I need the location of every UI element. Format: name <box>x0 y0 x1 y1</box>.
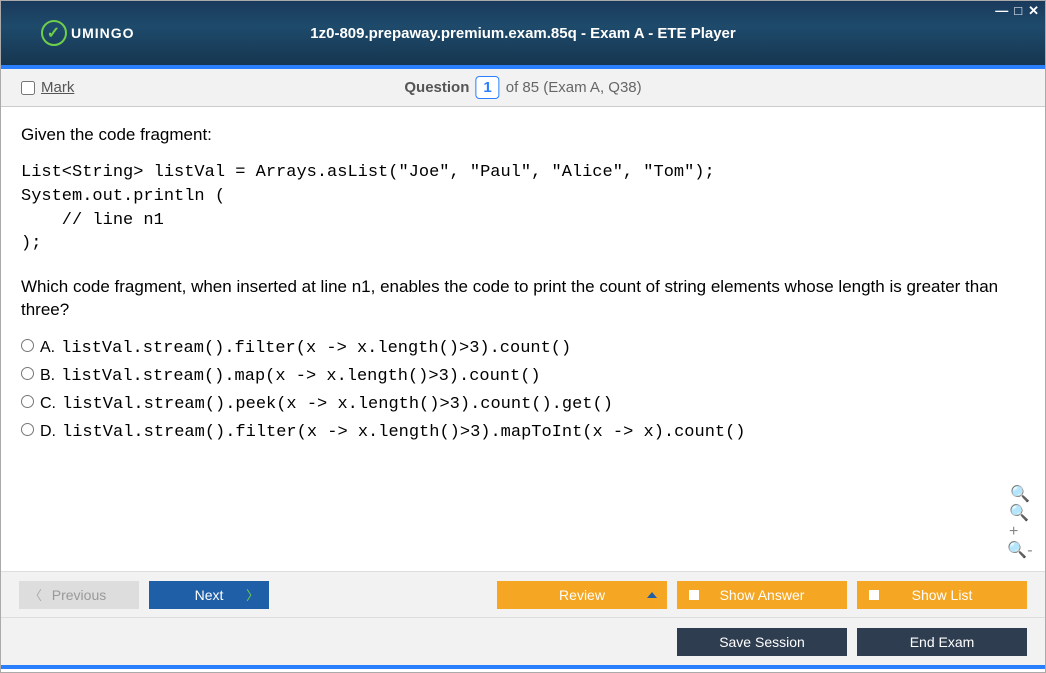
prompt-text: Given the code fragment: <box>21 125 1025 145</box>
question-word: Question <box>404 79 469 96</box>
save-session-button[interactable]: Save Session <box>677 628 847 656</box>
option-a-radio[interactable] <box>21 339 34 352</box>
title-bar: UMINGO 1z0-809.prepaway.premium.exam.85q… <box>1 1 1045 65</box>
option-c-radio[interactable] <box>21 395 34 408</box>
answer-options: A. listVal.stream().filter(x -> x.length… <box>21 336 1025 442</box>
chevron-left-icon: 〈 <box>29 585 42 604</box>
search-icon[interactable]: 🔍 <box>1009 483 1031 505</box>
zoom-out-icon[interactable]: 🔍- <box>1009 539 1031 561</box>
review-button[interactable]: Review <box>497 581 667 609</box>
question-text: Which code fragment, when inserted at li… <box>21 276 1025 322</box>
triangle-up-icon <box>647 592 657 598</box>
show-answer-button[interactable]: Show Answer <box>677 581 847 609</box>
option-a[interactable]: A. listVal.stream().filter(x -> x.length… <box>21 336 1025 358</box>
nav-footer: 〈 Previous Next 〉 Review Show Answer Sho… <box>1 571 1045 617</box>
stop-icon <box>689 590 699 600</box>
option-d[interactable]: D. listVal.stream().filter(x -> x.length… <box>21 420 1025 442</box>
option-d-radio[interactable] <box>21 423 34 436</box>
option-letter: B. <box>40 367 55 385</box>
option-code: listVal.stream().map(x -> x.length()>3).… <box>61 367 540 386</box>
session-footer: Save Session End Exam <box>1 617 1045 665</box>
option-b-radio[interactable] <box>21 367 34 380</box>
previous-button[interactable]: 〈 Previous <box>19 581 139 609</box>
logo-checkmark-icon <box>41 20 67 46</box>
zoom-in-icon[interactable]: 🔍+ <box>1009 511 1031 533</box>
option-letter: A. <box>40 339 55 357</box>
maximize-icon[interactable]: □ <box>1014 3 1022 19</box>
code-fragment: List<String> listVal = Arrays.asList("Jo… <box>21 161 1025 256</box>
chevron-right-icon: 〉 <box>246 585 259 604</box>
minimize-icon[interactable]: — <box>995 3 1008 19</box>
question-content: Given the code fragment: List<String> li… <box>1 107 1045 571</box>
option-b[interactable]: B. listVal.stream().map(x -> x.length()>… <box>21 364 1025 386</box>
option-c[interactable]: C. listVal.stream().peek(x -> x.length()… <box>21 392 1025 414</box>
option-letter: D. <box>40 423 56 441</box>
question-total: of 85 (Exam A, Q38) <box>506 79 642 96</box>
question-number-input[interactable]: 1 <box>475 76 499 99</box>
option-code: listVal.stream().filter(x -> x.length()>… <box>62 423 746 442</box>
mark-label[interactable]: Mark <box>41 79 74 96</box>
bottom-separator <box>1 665 1045 669</box>
stop-icon <box>869 590 879 600</box>
close-icon[interactable]: ✕ <box>1028 3 1039 19</box>
option-code: listVal.stream().peek(x -> x.length()>3)… <box>62 395 613 414</box>
app-logo: UMINGO <box>41 20 135 46</box>
brand-name: UMINGO <box>71 25 135 41</box>
question-header: Mark Question 1 of 85 (Exam A, Q38) <box>1 69 1045 107</box>
window-title: 1z0-809.prepaway.premium.exam.85q - Exam… <box>310 25 735 42</box>
option-letter: C. <box>40 395 56 413</box>
show-list-button[interactable]: Show List <box>857 581 1027 609</box>
next-button[interactable]: Next 〉 <box>149 581 269 609</box>
end-exam-button[interactable]: End Exam <box>857 628 1027 656</box>
mark-checkbox[interactable] <box>21 81 35 95</box>
option-code: listVal.stream().filter(x -> x.length()>… <box>61 339 571 358</box>
